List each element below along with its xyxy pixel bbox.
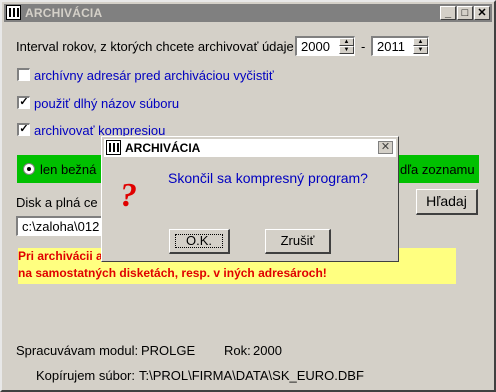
cancel-button[interactable]: Zrušiť <box>265 229 331 254</box>
clear-archive-dir-label[interactable]: archívny adresár pred archiváciou vyčist… <box>34 68 274 83</box>
title-bar[interactable]: ARCHIVÁCIA _ □ ✕ <box>4 4 492 22</box>
year-value: 2000 <box>253 343 282 358</box>
search-button[interactable]: Hľadaj <box>416 189 478 215</box>
radio-panel-right: dľa zoznamu <box>397 155 479 183</box>
disk-path-input[interactable]: c:\zaloha\012 <box>16 216 102 236</box>
clear-archive-dir-checkbox[interactable] <box>17 68 30 81</box>
year-from-spinner[interactable]: 2000 ▲ ▼ <box>295 36 355 56</box>
interval-separator: - <box>361 39 366 54</box>
dialog-close-button[interactable]: ✕ <box>378 141 393 154</box>
radio-panel-left: len bežná <box>17 155 105 183</box>
ok-button[interactable]: O.K. <box>169 229 230 254</box>
window-title: ARCHIVÁCIA <box>25 6 103 20</box>
radio-current-only-label[interactable]: len bežná <box>40 162 96 177</box>
radio-current-only[interactable] <box>23 163 35 175</box>
warning-line-2: na samostatných disketách, resp. v iných… <box>18 266 327 280</box>
ok-label: O.K. <box>185 233 212 248</box>
dialog-message: Skončil sa kompresný program? <box>168 170 368 186</box>
question-icon: ? <box>120 177 137 214</box>
close-button[interactable]: ✕ <box>474 6 490 20</box>
maximize-button[interactable]: □ <box>457 6 473 20</box>
module-value: PROLGE <box>141 343 196 358</box>
main-window: ARCHIVÁCIA _ □ ✕ Interval rokov, z ktorý… <box>0 0 496 392</box>
minimize-button[interactable]: _ <box>440 6 456 20</box>
interval-label: Interval rokov, z ktorých chcete archivo… <box>16 39 294 54</box>
compression-checkbox[interactable]: ✓ <box>17 123 30 136</box>
disk-path-label: Disk a plná ce <box>16 195 98 210</box>
year-from-up-arrow-icon[interactable]: ▲ <box>339 38 354 46</box>
year-to-value: 2011 <box>377 39 405 54</box>
year-from-value: 2000 <box>301 39 330 54</box>
year-to-down-arrow-icon[interactable]: ▼ <box>413 46 428 54</box>
long-filename-checkbox[interactable]: ✓ <box>17 96 30 109</box>
year-to-up-arrow-icon[interactable]: ▲ <box>413 38 428 46</box>
long-filename-label[interactable]: použiť dlhý názov súboru <box>34 96 179 111</box>
year-from-down-arrow-icon[interactable]: ▼ <box>339 46 354 54</box>
confirm-dialog: ARCHIVÁCIA ✕ ? Skončil sa kompresný prog… <box>101 136 399 262</box>
radio-by-list-label[interactable]: dľa zoznamu <box>400 162 475 177</box>
module-label: Spracuvávam modul: <box>16 343 139 358</box>
dialog-app-icon <box>106 140 121 155</box>
app-icon <box>6 5 21 20</box>
file-label: Kopírujem súbor: <box>36 368 135 383</box>
file-value: T:\PROL\FIRMA\DATA\SK_EURO.DBF <box>139 368 364 383</box>
year-to-spinner[interactable]: 2011 ▲ ▼ <box>371 36 429 56</box>
year-label: Rok: <box>224 343 251 358</box>
disk-path-value: c:\zaloha\012 <box>22 219 100 234</box>
dialog-title-bar[interactable]: ARCHIVÁCIA ✕ <box>104 139 396 157</box>
dialog-title: ARCHIVÁCIA <box>125 141 201 155</box>
